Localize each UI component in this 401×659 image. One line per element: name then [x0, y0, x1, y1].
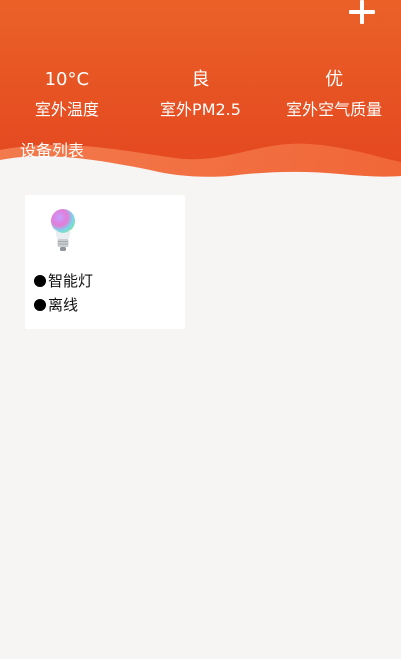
stat-value: 良	[191, 69, 210, 90]
add-device-button[interactable]	[347, 0, 377, 26]
header: 10°C 室外温度 良 室外PM2.5 优 室外空气质量 设备列表	[0, 0, 401, 180]
stat-value: 10°C	[44, 69, 90, 90]
stat-label: 室外PM2.5	[160, 100, 241, 119]
device-name-line: 智能灯	[34, 271, 93, 291]
stat-label: 室外温度	[34, 100, 99, 119]
stat-temperature: 10°C 室外温度	[0, 66, 134, 124]
stat-air-quality: 优 室外空气质量	[267, 66, 401, 124]
stat-value: 优	[325, 69, 344, 90]
smart-bulb-icon	[51, 209, 75, 251]
device-status: 离线	[48, 296, 79, 314]
stat-pm25: 良 室外PM2.5	[134, 66, 268, 124]
stat-label: 室外空气质量	[286, 100, 383, 119]
device-name: 智能灯	[48, 272, 94, 290]
bullet-dot-icon	[34, 275, 46, 287]
bullet-dot-icon	[34, 299, 46, 311]
section-title: 设备列表	[20, 141, 85, 160]
device-status-line: 离线	[34, 295, 78, 315]
device-card[interactable]: 智能灯 离线	[25, 195, 185, 329]
outdoor-stats: 10°C 室外温度 良 室外PM2.5 优 室外空气质量	[0, 66, 401, 124]
